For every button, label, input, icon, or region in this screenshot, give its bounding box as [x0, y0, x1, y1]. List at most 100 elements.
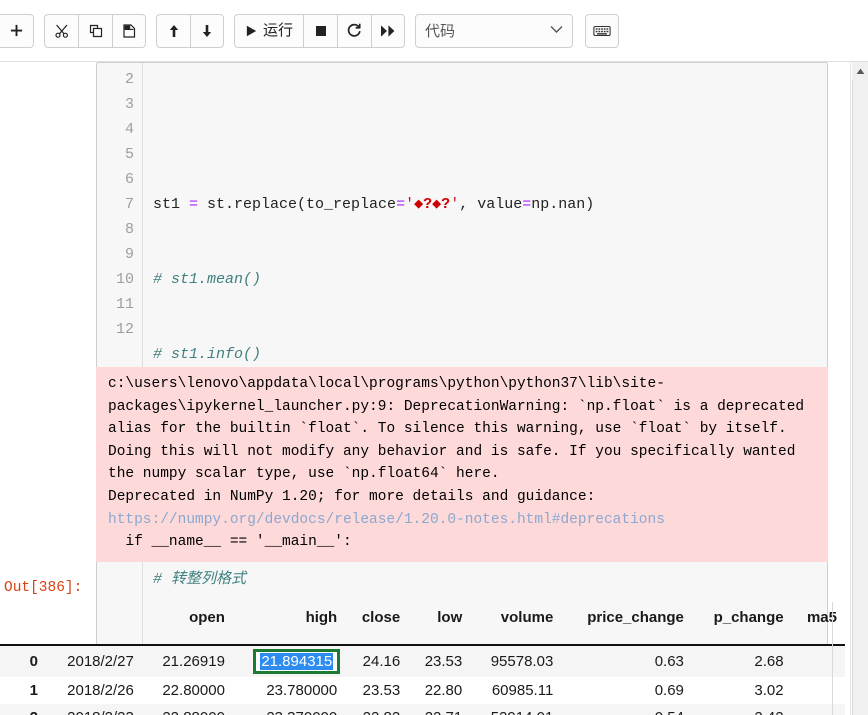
cell-date: 2018/2/27: [67, 653, 134, 670]
move-cell-up-button[interactable]: [156, 13, 190, 48]
copy-cell-button[interactable]: [78, 13, 112, 48]
line-number: 7: [124, 196, 134, 213]
line-number: 3: [124, 96, 134, 113]
cell-ma5: [792, 645, 845, 677]
line-number: 10: [115, 271, 134, 288]
column-header-close: close: [345, 604, 409, 646]
notebook-body: 2 3 4 5 6 7 8 9 10 11 12 st1 = st.replac…: [0, 62, 855, 715]
scrollbar-up-button[interactable]: [852, 62, 868, 80]
restart-kernel-button[interactable]: [337, 13, 372, 48]
cell-high: 23.370000: [233, 704, 345, 715]
dataframe-header-row: open high close low volume price_change …: [0, 604, 845, 646]
insert-cell-below-button[interactable]: [0, 13, 34, 48]
cell-open: 22.80000: [162, 682, 225, 699]
content-divider: [850, 62, 851, 715]
cell-open: 21.26919: [162, 653, 225, 670]
cell-volume: 60985.11: [491, 682, 554, 699]
output-area-right-rule: [832, 602, 833, 715]
code-line: st1 = st.replace(to_replace='◆?◆?', valu…: [153, 196, 595, 213]
restart-and-run-all-button[interactable]: [371, 13, 406, 48]
row-index: 2: [0, 704, 46, 715]
numpy-deprecation-link[interactable]: https://numpy.org/devdocs/release/1.20.0…: [108, 512, 665, 528]
paste-icon: [121, 23, 137, 39]
open-command-palette-button[interactable]: [585, 13, 620, 48]
line-number: 6: [124, 171, 134, 188]
column-header-price-change: price_change: [561, 604, 692, 646]
arrow-up-icon: [166, 23, 182, 39]
line-number: 5: [124, 146, 134, 163]
cell-p-change: 2.42: [692, 704, 792, 715]
interrupt-kernel-button[interactable]: [303, 13, 338, 48]
fast-forward-icon: [380, 24, 396, 38]
cell-p-change: 2.68: [754, 653, 784, 670]
notebook-toolbar: 运行 代码: [0, 0, 868, 62]
cell-high-selected[interactable]: 21.894315: [233, 645, 345, 677]
deprecation-warning-output: c:\users\lenovo\appdata\local\programs\p…: [96, 367, 828, 562]
run-cell-button[interactable]: 运行: [234, 13, 304, 48]
dataframe-head: open high close low volume price_change …: [0, 604, 845, 646]
cut-cell-button[interactable]: [44, 13, 78, 48]
cell-low: 23.53: [424, 653, 463, 670]
cell-high: 23.780000: [266, 682, 338, 699]
output-prompt: Out[386]:: [4, 580, 83, 596]
scroll-up-arrow-icon: [856, 68, 864, 74]
stop-square-icon: [314, 24, 328, 38]
column-header-open: open: [141, 604, 233, 646]
cell-ma5: [792, 704, 845, 715]
cell-low: 22.71: [408, 704, 470, 715]
dataframe-table: open high close low volume price_change …: [0, 604, 845, 715]
toolbar-group-edit: [44, 13, 146, 48]
cell-ma5: [792, 677, 845, 704]
run-button-label: 运行: [263, 22, 294, 39]
line-number: 9: [124, 246, 134, 263]
line-number: 2: [124, 71, 134, 88]
restart-circular-arrow-icon: [346, 22, 363, 39]
scissors-icon: [54, 23, 70, 39]
line-number: 8: [124, 221, 134, 238]
toolbar-group-run: 运行: [234, 13, 406, 48]
column-header-index: [0, 604, 46, 646]
warning-tail-text: if __name__ == '__main__':: [125, 534, 352, 551]
line-number: 4: [124, 121, 134, 138]
column-header-ma5: ma5: [791, 604, 845, 646]
row-index: 0: [29, 653, 38, 670]
copy-icon: [88, 23, 104, 39]
column-header-p-change: p_change: [691, 604, 792, 646]
toolbar-group-move: [156, 13, 224, 48]
plus-icon: [9, 23, 24, 38]
move-cell-down-button[interactable]: [190, 13, 224, 48]
cell-close: 24.16: [362, 653, 401, 670]
table-row[interactable]: 0 2018/2/27 21.26919 21.894315 24.16 23.…: [0, 645, 845, 677]
cell-type-select[interactable]: 代码: [415, 13, 574, 48]
row-index: 1: [29, 682, 38, 699]
cell-price-change: 0.63: [654, 653, 684, 670]
column-header-date: [46, 604, 142, 646]
cell-price-change: 0.69: [654, 682, 684, 699]
column-header-volume: volume: [470, 604, 562, 646]
chevron-down-icon: [550, 25, 563, 37]
table-row[interactable]: 1 2018/2/26 22.80000 23.780000 23.53 22.…: [0, 677, 845, 704]
code-line: # 转整列格式: [153, 571, 247, 588]
page-scrollbar[interactable]: [852, 62, 868, 715]
notebook-page: 运行 代码 2 3 4 5 6 7 8 9 10 11 12 st1 = st.…: [0, 0, 868, 715]
column-header-high: high: [232, 604, 346, 646]
cell-p-change: 3.02: [754, 682, 784, 699]
paste-cell-button[interactable]: [112, 13, 146, 48]
toolbar-group-insert: [0, 13, 34, 48]
cell-close: 23.53: [362, 682, 401, 699]
dataframe-body: 0 2018/2/27 21.26919 21.894315 24.16 23.…: [0, 645, 845, 715]
cell-close: 22.82: [345, 704, 408, 715]
cell-date: 2018/2/23: [46, 704, 142, 715]
dataframe-output: open high close low volume price_change …: [0, 604, 845, 715]
selection-box: 21.894315: [253, 649, 341, 674]
cell-date: 2018/2/26: [67, 682, 134, 699]
play-icon: [245, 24, 258, 38]
warning-text: c:\users\lenovo\appdata\local\programs\p…: [108, 376, 805, 505]
code-line: # st1.mean(): [153, 271, 262, 288]
line-number: 11: [115, 296, 134, 313]
selected-value: 21.894315: [260, 653, 334, 670]
cell-volume: 95578.03: [490, 653, 554, 670]
table-row[interactable]: 2 2018/2/23 22.88000 23.370000 22.82 22.…: [0, 704, 845, 715]
arrow-down-icon: [199, 23, 215, 39]
